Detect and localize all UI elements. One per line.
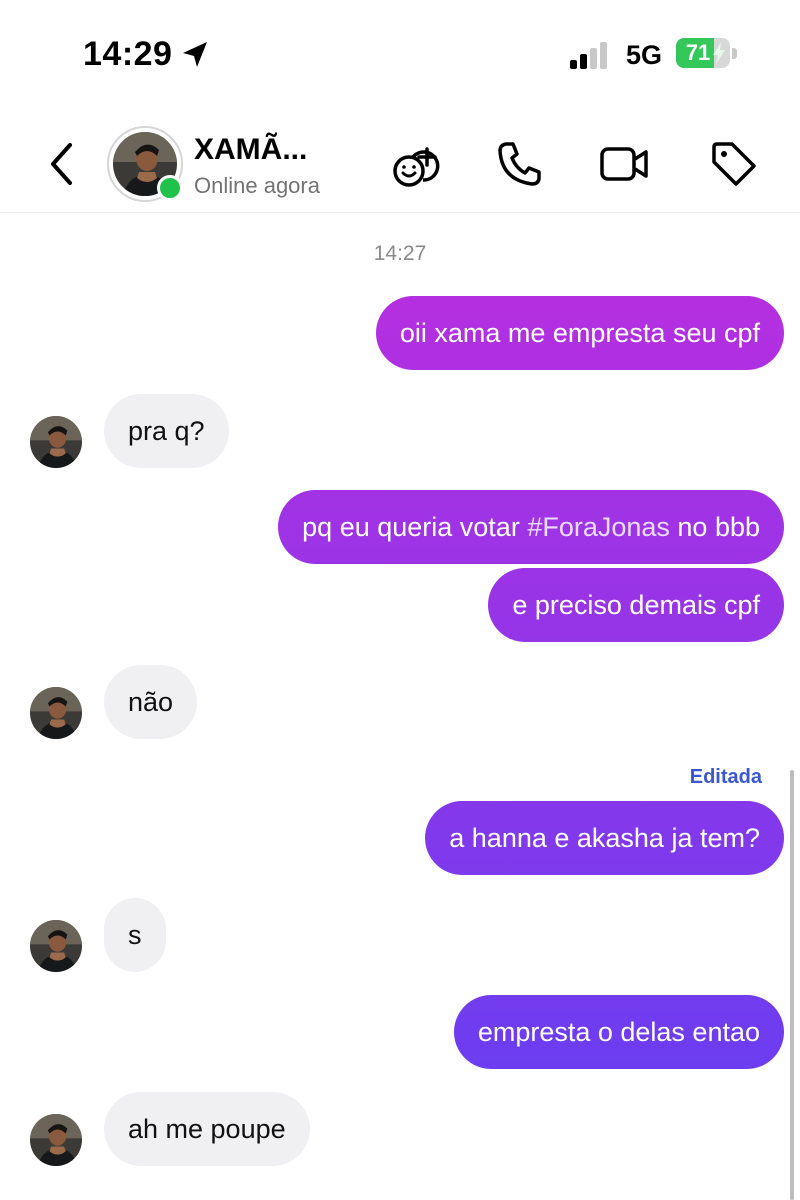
message-text: pq eu queria votar (302, 512, 528, 542)
message-text: não (128, 687, 174, 717)
signal-icon (570, 42, 616, 72)
edited-label[interactable]: Editada (690, 764, 762, 790)
message-bubble-incoming[interactable]: s (104, 898, 166, 972)
voice-call-button[interactable] (494, 138, 546, 190)
tag-icon (712, 142, 756, 186)
message-bubble-incoming[interactable]: ah me poupe (104, 1092, 310, 1166)
message-bubble-outgoing[interactable]: pq eu queria votar #ForaJonas no bbb (278, 490, 784, 564)
message-text: pra q? (128, 416, 205, 446)
message-text: oii xama me empresta seu cpf (399, 318, 760, 348)
message-bubble-outgoing[interactable]: e preciso demais cpf (488, 568, 784, 642)
sender-avatar[interactable] (30, 920, 82, 972)
message-bubble-outgoing[interactable]: a hanna e akasha ja tem? (425, 801, 784, 875)
header-divider (0, 212, 800, 213)
message-bubble-outgoing[interactable]: empresta o delas entao (453, 995, 784, 1069)
network-type: 5G (626, 40, 663, 70)
message-text: s (128, 920, 142, 950)
message-text: a hanna e akasha ja tem? (449, 823, 760, 853)
video-call-button[interactable] (598, 138, 650, 190)
message-bubble-incoming[interactable]: pra q? (104, 394, 229, 468)
sticker-add-button[interactable] (390, 138, 442, 190)
sender-avatar[interactable] (30, 687, 82, 739)
battery-icon: 71 (676, 38, 740, 70)
hashtag-link[interactable]: #ForaJonas (527, 512, 670, 542)
video-camera-icon (600, 147, 648, 181)
tag-button[interactable] (708, 138, 760, 190)
location-arrow-icon (180, 38, 210, 70)
message-text: no bbb (669, 512, 760, 542)
online-indicator (157, 175, 183, 201)
phone-icon (498, 142, 541, 186)
message-bubble-outgoing[interactable]: oii xama me empresta seu cpf (375, 296, 784, 370)
presence-status: Online agora (194, 173, 320, 198)
status-time: 14:29 (83, 35, 173, 73)
message-text: empresta o delas entao (477, 1017, 760, 1047)
sender-avatar[interactable] (30, 416, 82, 468)
back-button[interactable] (42, 140, 82, 188)
sender-avatar[interactable] (30, 1114, 82, 1166)
message-text: e preciso demais cpf (512, 590, 760, 620)
sticker-add-icon (393, 147, 440, 187)
message-bubble-incoming[interactable]: não (104, 665, 198, 739)
chat-timestamp: 14:27 (373, 242, 427, 265)
contact-name[interactable]: XAMÃ... (194, 132, 307, 168)
message-text: ah me poupe (128, 1114, 286, 1144)
scrollbar[interactable] (790, 770, 794, 1200)
chevron-left-icon (51, 143, 72, 185)
